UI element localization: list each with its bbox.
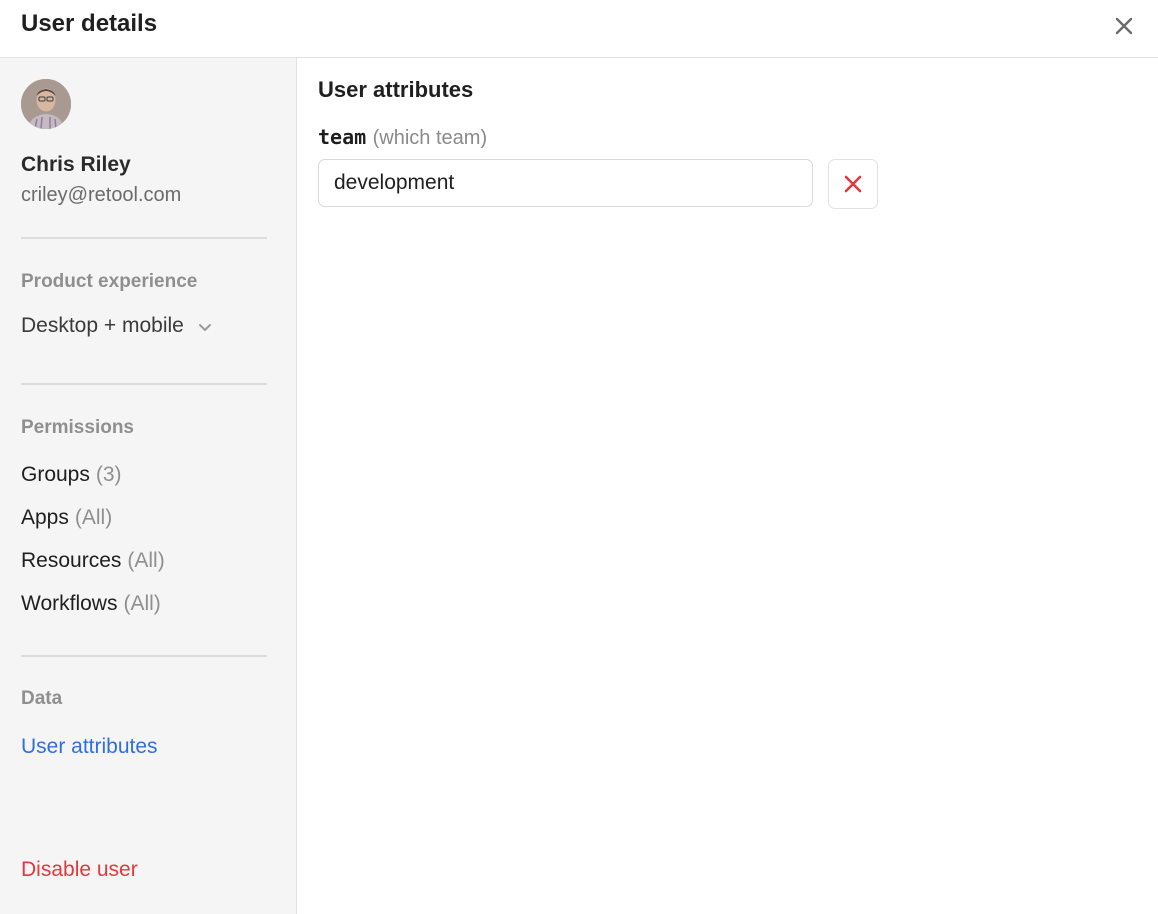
sidebar: Chris Riley criley@retool.com Product ex… <box>0 58 297 914</box>
product-experience-value: Desktop + mobile <box>21 314 184 337</box>
user-name: Chris Riley <box>21 153 131 176</box>
remove-attribute-button[interactable] <box>828 159 878 209</box>
sidebar-item-apps[interactable]: Apps (All) <box>21 504 112 532</box>
attribute-value-input[interactable] <box>318 159 813 207</box>
sidebar-item-label: Workflows <box>21 592 118 615</box>
sidebar-item-label: User attributes <box>21 735 158 758</box>
close-icon <box>844 175 862 193</box>
section-label-permissions: Permissions <box>21 417 134 438</box>
product-experience-select[interactable]: Desktop + mobile <box>21 312 212 340</box>
user-details-modal: User details Chris Riley criley@retool.c… <box>0 0 1158 914</box>
close-icon <box>1115 17 1133 35</box>
user-email: criley@retool.com <box>21 184 182 206</box>
sidebar-item-count: (All) <box>127 549 165 572</box>
modal-header: User details <box>0 0 1158 58</box>
attribute-label: team (which team) <box>318 124 487 153</box>
main-panel: User attributes team (which team) <box>297 58 1158 914</box>
sidebar-item-label: Apps <box>21 506 69 529</box>
sidebar-item-workflows[interactable]: Workflows (All) <box>21 590 161 618</box>
divider <box>21 237 267 239</box>
close-button[interactable] <box>1110 12 1138 40</box>
sidebar-item-user-attributes[interactable]: User attributes <box>21 733 158 761</box>
avatar-photo <box>21 79 71 129</box>
avatar <box>21 79 71 129</box>
sidebar-item-label: Groups <box>21 463 90 486</box>
sidebar-item-resources[interactable]: Resources (All) <box>21 547 165 575</box>
sidebar-item-groups[interactable]: Groups (3) <box>21 461 122 489</box>
page-title: User attributes <box>318 77 474 102</box>
attribute-key: team <box>318 125 367 149</box>
sidebar-item-label: Resources <box>21 549 122 572</box>
section-label-data: Data <box>21 688 63 709</box>
divider <box>21 383 267 385</box>
divider <box>21 655 267 657</box>
sidebar-item-count: (All) <box>123 592 161 615</box>
sidebar-item-count: (3) <box>95 463 122 486</box>
disable-user-button[interactable]: Disable user <box>21 856 138 884</box>
modal-title: User details <box>21 10 158 37</box>
chevron-down-icon <box>198 324 211 331</box>
sidebar-item-count: (All) <box>74 506 113 529</box>
attribute-description: (which team) <box>372 127 488 149</box>
section-label-product-experience: Product experience <box>21 271 198 292</box>
